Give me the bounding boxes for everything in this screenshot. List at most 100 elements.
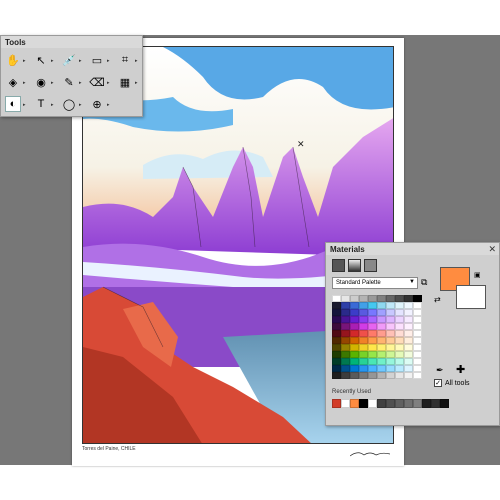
color-swatch[interactable] bbox=[377, 365, 386, 372]
object-tool[interactable]: ◈ bbox=[5, 74, 21, 90]
color-swatch[interactable] bbox=[368, 330, 377, 337]
pen-tool[interactable]: ⊕ bbox=[89, 96, 105, 112]
color-swatch[interactable] bbox=[377, 302, 386, 309]
color-swatch[interactable] bbox=[377, 330, 386, 337]
color-swatch[interactable] bbox=[386, 309, 395, 316]
color-swatch[interactable] bbox=[341, 372, 350, 379]
color-swatch[interactable] bbox=[359, 358, 368, 365]
color-swatch[interactable] bbox=[332, 372, 341, 379]
color-swatch[interactable] bbox=[341, 337, 350, 344]
recent-color-swatch[interactable] bbox=[413, 399, 422, 408]
pick-tool[interactable]: ↖ bbox=[33, 52, 49, 68]
color-swatch[interactable] bbox=[386, 295, 395, 302]
color-swatch[interactable] bbox=[341, 316, 350, 323]
color-swatch[interactable] bbox=[413, 344, 422, 351]
recent-color-swatch[interactable] bbox=[395, 399, 404, 408]
crop-tool[interactable]: ⌗ bbox=[117, 52, 133, 68]
color-swatch[interactable] bbox=[359, 295, 368, 302]
text-tool[interactable]: T bbox=[33, 96, 49, 112]
swap-colors-icon[interactable]: ⇄ bbox=[434, 295, 441, 304]
all-tools-checkbox[interactable]: ✓ bbox=[434, 379, 442, 387]
preset-shape-tool[interactable]: ◯ bbox=[61, 96, 77, 112]
color-swatch[interactable] bbox=[350, 309, 359, 316]
color-swatch[interactable] bbox=[332, 330, 341, 337]
tool-flyout-arrow[interactable]: ▸ bbox=[51, 102, 54, 108]
color-swatch[interactable] bbox=[341, 309, 350, 316]
add-swatch-icon[interactable]: ✚ bbox=[456, 363, 465, 376]
color-swatch[interactable] bbox=[395, 309, 404, 316]
swatch-tab-icon[interactable] bbox=[364, 259, 377, 272]
color-swatch[interactable] bbox=[395, 365, 404, 372]
color-swatch[interactable] bbox=[395, 302, 404, 309]
color-swatch[interactable] bbox=[332, 337, 341, 344]
color-swatch[interactable] bbox=[377, 372, 386, 379]
color-swatch[interactable] bbox=[404, 365, 413, 372]
tool-flyout-arrow[interactable]: ▸ bbox=[51, 80, 54, 86]
tool-flyout-arrow[interactable]: ▸ bbox=[135, 58, 138, 64]
flood-fill-tool[interactable]: ▦ bbox=[117, 74, 133, 90]
tools-palette[interactable]: Tools ✋ ▸ ↖ ▸ 💉 ▸ ▭ ▸ ⌗ ▸ ◈ ▸ ◉ ▸ ✎ ▸ ⌫ ▸ ▦ ▸ ◐ ▸ T ▸ ◯ ▸ ⊕ ▸ bbox=[0, 35, 143, 117]
color-swatch[interactable] bbox=[413, 309, 422, 316]
eyedropper-icon[interactable]: ✒ bbox=[436, 365, 444, 376]
color-swatch[interactable] bbox=[359, 337, 368, 344]
color-swatch[interactable] bbox=[404, 351, 413, 358]
tool-flyout-arrow[interactable]: ▸ bbox=[107, 102, 110, 108]
color-swatch[interactable] bbox=[395, 351, 404, 358]
recent-color-swatch[interactable] bbox=[422, 399, 431, 408]
pan-tool[interactable]: ✋ bbox=[5, 52, 21, 68]
color-swatch[interactable] bbox=[332, 323, 341, 330]
color-swatch[interactable] bbox=[359, 344, 368, 351]
tool-flyout-arrow[interactable]: ▸ bbox=[79, 102, 82, 108]
color-swatch[interactable] bbox=[404, 316, 413, 323]
color-swatch[interactable] bbox=[332, 302, 341, 309]
recent-color-swatch[interactable] bbox=[440, 399, 449, 408]
color-swatch[interactable] bbox=[386, 344, 395, 351]
color-swatch[interactable] bbox=[404, 323, 413, 330]
color-swatch[interactable] bbox=[332, 365, 341, 372]
color-swatch[interactable] bbox=[332, 295, 341, 302]
tool-flyout-arrow[interactable]: ▸ bbox=[79, 58, 82, 64]
color-swatch[interactable] bbox=[368, 365, 377, 372]
color-swatch[interactable] bbox=[413, 365, 422, 372]
color-swatch[interactable] bbox=[368, 337, 377, 344]
frame-tab-icon[interactable] bbox=[332, 259, 345, 272]
color-swatch[interactable] bbox=[350, 316, 359, 323]
color-swatch[interactable] bbox=[350, 351, 359, 358]
tool-flyout-arrow[interactable]: ▸ bbox=[23, 102, 26, 108]
color-swatch[interactable] bbox=[341, 351, 350, 358]
color-swatch-grid[interactable] bbox=[332, 295, 422, 379]
color-swatch[interactable] bbox=[377, 358, 386, 365]
color-swatch[interactable] bbox=[341, 330, 350, 337]
palette-options-icon[interactable]: ⧉ bbox=[421, 277, 427, 288]
color-swatch[interactable] bbox=[377, 295, 386, 302]
color-swatch[interactable] bbox=[386, 365, 395, 372]
color-swatch[interactable] bbox=[350, 330, 359, 337]
color-swatch[interactable] bbox=[359, 316, 368, 323]
color-swatch[interactable] bbox=[368, 351, 377, 358]
color-swatch[interactable] bbox=[404, 330, 413, 337]
all-tools-toggle[interactable]: ✓ All tools bbox=[434, 379, 470, 387]
recent-color-swatch[interactable] bbox=[431, 399, 440, 408]
color-swatch[interactable] bbox=[341, 365, 350, 372]
color-swatch[interactable] bbox=[413, 302, 422, 309]
recent-color-swatch[interactable] bbox=[404, 399, 413, 408]
color-swatch[interactable] bbox=[395, 372, 404, 379]
color-swatch[interactable] bbox=[377, 337, 386, 344]
recent-colors-row[interactable] bbox=[332, 399, 452, 408]
tool-flyout-arrow[interactable]: ▸ bbox=[79, 80, 82, 86]
color-swatch[interactable] bbox=[350, 365, 359, 372]
color-swatch[interactable] bbox=[377, 309, 386, 316]
recent-color-swatch[interactable] bbox=[350, 399, 359, 408]
color-swatch[interactable] bbox=[359, 351, 368, 358]
color-swatch[interactable] bbox=[386, 358, 395, 365]
tool-flyout-arrow[interactable]: ▸ bbox=[23, 80, 26, 86]
color-swatch[interactable] bbox=[377, 316, 386, 323]
tool-flyout-arrow[interactable]: ▸ bbox=[135, 80, 138, 86]
color-swatch[interactable] bbox=[359, 372, 368, 379]
color-swatch[interactable] bbox=[404, 337, 413, 344]
color-swatch[interactable] bbox=[413, 330, 422, 337]
color-swatch[interactable] bbox=[395, 330, 404, 337]
recent-color-swatch[interactable] bbox=[368, 399, 377, 408]
color-swatch[interactable] bbox=[404, 372, 413, 379]
color-swatch[interactable] bbox=[404, 309, 413, 316]
